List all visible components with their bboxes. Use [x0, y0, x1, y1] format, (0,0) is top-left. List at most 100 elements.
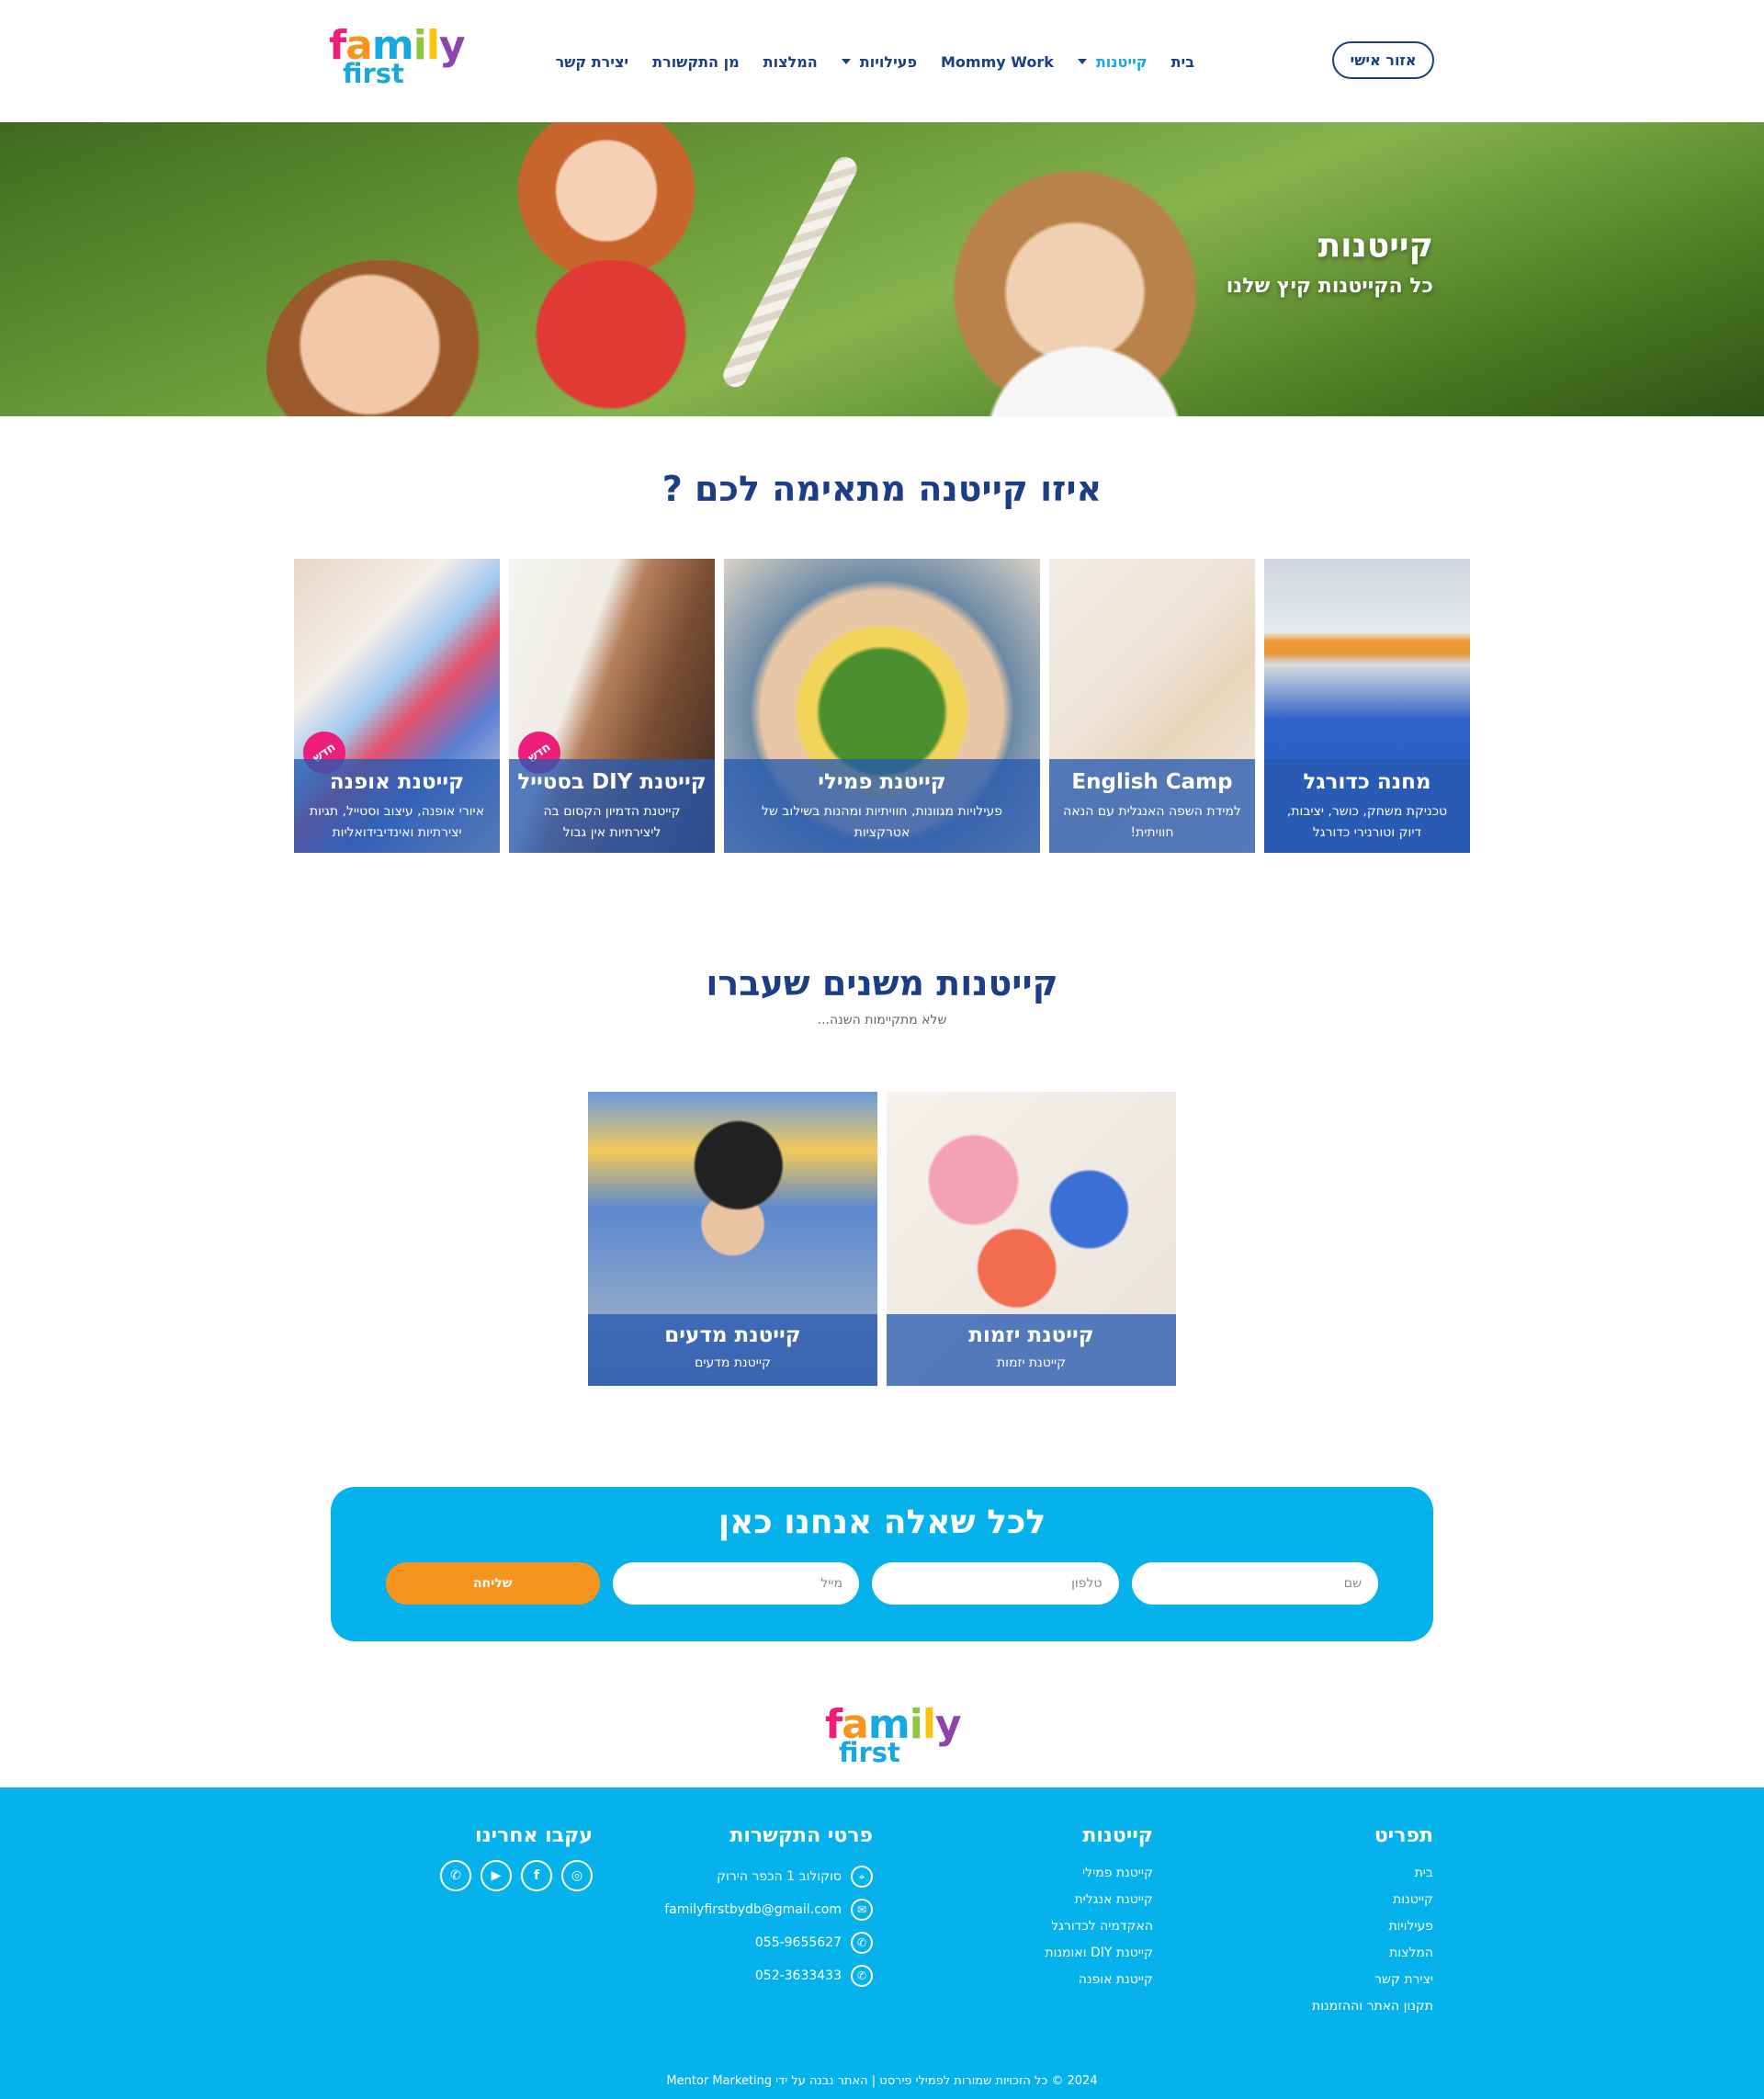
submit-button[interactable]: שליחה [386, 1562, 600, 1605]
hero-subtitle: כל הקייטנות קיץ שלנו [1226, 275, 1433, 299]
past-card-desc: קייטנת יזמות [996, 1355, 1067, 1370]
past-card-overlay: קייטנת מדעים קייטנת מדעים [588, 1314, 877, 1386]
name-field[interactable] [1131, 1562, 1378, 1605]
nav-camps-label: קייטנות [1095, 52, 1148, 71]
camp-card-overlay: קייטנת אופנה איורי אופנה, עיצוב וסטייל, … [294, 759, 500, 853]
past-card-title: קייטנת יזמות [968, 1323, 1094, 1347]
phone-icon: ✆ [851, 1965, 873, 1987]
footer-camps: קייטנות קייטנת פמילי קייטנת אנגלית האקדמ… [969, 1824, 1153, 1993]
contact-form-row: שליחה [386, 1562, 1378, 1605]
footer-address: ⌖ סוקולוב 1 הכפר הירוק [634, 1860, 873, 1893]
past-section-title: קייטנות משנים שעברו [706, 963, 1058, 1004]
social-links: ◎ f ▶ ✆ [390, 1860, 593, 1891]
past-card-overlay: קייטנת יזמות קייטנת יזמות [887, 1314, 1176, 1386]
footer-link-football-academy[interactable]: האקדמיה לכדורגל [969, 1913, 1153, 1940]
footer-link-fashion-camp[interactable]: קייטנת אופנה [969, 1967, 1153, 1993]
nav-camps[interactable]: קייטנות [1077, 52, 1148, 71]
location-icon: ⌖ [851, 1866, 873, 1888]
nav-activities[interactable]: פעילויות [841, 52, 917, 71]
camp-card-title: קייטנת פמילי [818, 770, 946, 794]
account-button[interactable]: אזור אישי [1332, 41, 1434, 79]
chevron-down-icon [1077, 59, 1087, 64]
camp-card-desc: טכניקת משחק, כושר, יציבות, דיוק וטורנירי… [1286, 803, 1448, 841]
nav-contact-label: יצירת קשר [555, 52, 629, 71]
contact-form: לכל שאלה אנחנו כאן שליחה [331, 1487, 1433, 1641]
footer-camps-title: קייטנות [1082, 1824, 1153, 1847]
nav-testimonials[interactable]: המלצות [763, 53, 818, 71]
main-nav: בית קייטנות Mommy Work פעילויות המלצות מ… [556, 48, 1194, 75]
footer-phone-2[interactable]: ✆ 052-3633433 [634, 1959, 873, 1992]
nav-activities-label: פעילויות [859, 52, 917, 71]
camp-card-overlay: קייטנת DIY בסטייל קייטנת הדמיון הקסום בה… [509, 759, 715, 853]
hero-photo-rope [718, 153, 862, 391]
footer-email[interactable]: ✉ familyfirstbydb@gmail.com [634, 1893, 873, 1926]
footer-link-activities[interactable]: פעילויות [1250, 1913, 1433, 1940]
site-logo[interactable]: family first [329, 26, 466, 87]
footer-menu-title: תפריט [1374, 1824, 1433, 1847]
past-card-desc: קייטנת מדעים [695, 1355, 771, 1370]
camp-card-family[interactable]: קייטנת פמילי פעילויות מגוונות, חוויתיות … [724, 559, 1040, 853]
hero-photo-dress [514, 260, 707, 416]
footer-link-camps[interactable]: קייטנות [1250, 1887, 1433, 1913]
footer-link-home[interactable]: בית [1250, 1860, 1433, 1887]
footer-menu: תפריט בית קייטנות פעילויות המלצות יצירת … [1250, 1824, 1433, 2020]
footer-follow-title: עקבו אחרינו [475, 1824, 593, 1847]
facebook-icon[interactable]: f [521, 1860, 552, 1891]
nav-media-label: מן התקשורת [652, 52, 740, 71]
instagram-icon[interactable]: ◎ [561, 1860, 593, 1891]
footer-link-family-camp[interactable]: קייטנת פמילי [969, 1860, 1153, 1887]
past-card-title: קייטנת מדעים [664, 1323, 801, 1347]
camp-card-title: קייטנת DIY בסטייל [517, 770, 707, 794]
copyright-text: 2024 © כל הזכויות שמורות לפמילי פירסט | … [666, 2074, 1098, 2088]
footer-link-english-camp[interactable]: קייטנת אנגלית [969, 1887, 1153, 1913]
camp-card-overlay: קייטנת פמילי פעילויות מגוונות, חוויתיות … [724, 759, 1040, 853]
camp-card-title: English Camp [1071, 770, 1233, 794]
camp-card-title: מחנה כדורגל [1303, 770, 1431, 794]
chevron-down-icon [841, 59, 851, 64]
phone-icon: ✆ [851, 1932, 873, 1954]
camp-card-football[interactable]: מחנה כדורגל טכניקת משחק, כושר, יציבות, ד… [1264, 559, 1470, 853]
footer-link-terms[interactable]: תקנון האתר וההזמנות [1250, 1993, 1433, 2020]
nav-mommy-work[interactable]: Mommy Work [941, 53, 1054, 71]
nav-media[interactable]: מן התקשורת [652, 53, 740, 71]
camp-card-desc: קייטנת הדמיון הקסום בה ליצירתיות אין גבו… [543, 803, 681, 841]
footer-phone-1-text: 055-9655627 [754, 1935, 842, 1950]
past-section-subtitle: שלא מתקיימות השנה... [817, 1013, 947, 1027]
phone-field[interactable] [872, 1562, 1119, 1605]
email-field[interactable] [612, 1562, 859, 1605]
camp-card-overlay: English Camp למידת השפה האנגלית עם הנאה … [1049, 759, 1255, 853]
footer-email-text: familyfirstbydb@gmail.com [664, 1902, 842, 1917]
footer-contact-title: פרטי התקשרות [729, 1824, 873, 1847]
camp-card-desc: איורי אופנה, עיצוב וסטייל, תגיות יצירתיו… [309, 803, 485, 841]
past-card-entrepreneurship[interactable]: קייטנת יזמות קייטנת יזמות [887, 1092, 1176, 1386]
camp-card-fashion[interactable]: חדש קייטנת אופנה איורי אופנה, עיצוב וסטי… [294, 559, 500, 853]
footer-address-text: סוקולוב 1 הכפר הירוק [717, 1869, 842, 1884]
hero-photo-child-1 [266, 260, 496, 416]
camp-card-english[interactable]: English Camp למידת השפה האנגלית עם הנאה … [1049, 559, 1255, 853]
youtube-icon[interactable]: ▶ [481, 1860, 512, 1891]
footer-logo[interactable]: family first [825, 1705, 962, 1766]
camp-card-diy[interactable]: חדש קייטנת DIY בסטייל קייטנת הדמיון הקסו… [509, 559, 715, 853]
footer-link-testimonials[interactable]: המלצות [1250, 1940, 1433, 1967]
nav-home[interactable]: בית [1171, 53, 1194, 71]
nav-mommy-work-label: Mommy Work [940, 52, 1054, 71]
site-footer: תפריט בית קייטנות פעילויות המלצות יצירת … [0, 1787, 1764, 2099]
hero-banner: קייטנות כל הקייטנות קיץ שלנו [0, 122, 1764, 416]
email-icon: ✉ [851, 1899, 873, 1921]
whatsapp-icon[interactable]: ✆ [440, 1860, 471, 1891]
camp-card-title: קייטנת אופנה [329, 770, 465, 794]
hero-text: קייטנות כל הקייטנות קיץ שלנו [1227, 226, 1433, 298]
footer-link-diy-camp[interactable]: קייטנת DIY ואומנות [969, 1940, 1153, 1967]
nav-contact[interactable]: יצירת קשר [556, 53, 629, 71]
camp-card-desc: פעילויות מגוונות, חוויתיות ומהנות בשילוב… [761, 803, 1002, 841]
footer-phone-2-text: 052-3633433 [754, 1969, 842, 1983]
footer-contact: פרטי התקשרות ⌖ סוקולוב 1 הכפר הירוק ✉ fa… [634, 1824, 873, 1992]
site-header: family first בית קייטנות Mommy Work פעיל… [0, 0, 1764, 122]
footer-phone-1[interactable]: ✆ 055-9655627 [634, 1926, 873, 1959]
hero-title: קייטנות [1317, 227, 1433, 265]
footer-link-contact[interactable]: יצירת קשר [1250, 1967, 1433, 1993]
footer-follow: עקבו אחרינו ◎ f ▶ ✆ [390, 1824, 593, 1891]
camp-card-desc: למידת השפה האנגלית עם הנאה חוויתית! [1063, 803, 1241, 841]
past-card-science[interactable]: קייטנת מדעים קייטנת מדעים [588, 1092, 877, 1386]
camp-card-overlay: מחנה כדורגל טכניקת משחק, כושר, יציבות, ד… [1264, 759, 1470, 853]
